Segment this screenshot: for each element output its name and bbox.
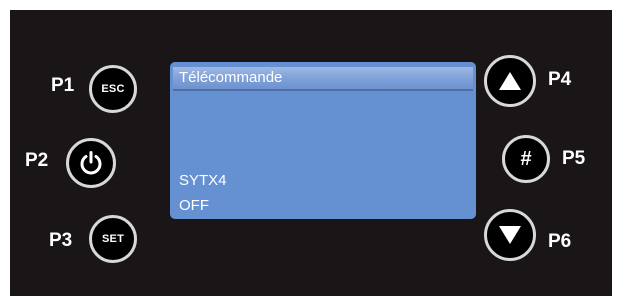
p2-label: P2	[25, 150, 49, 171]
p6-label: P6	[548, 231, 572, 252]
power-button[interactable]	[66, 138, 116, 188]
screen-title: Télécommande	[173, 67, 473, 91]
lcd-screen: Télécommande SYTX4 OFF	[170, 62, 476, 219]
p3-label: P3	[49, 230, 73, 251]
set-button[interactable]: SET	[89, 215, 137, 263]
p1-label: P1	[51, 75, 75, 96]
arrow-up-icon	[499, 72, 521, 90]
set-button-label: SET	[102, 233, 124, 245]
p4-label: P4	[548, 69, 572, 90]
screen-line-status: OFF	[179, 197, 209, 214]
hash-button-label: #	[520, 148, 532, 170]
p5-label: P5	[562, 148, 586, 169]
down-button[interactable]	[484, 209, 536, 261]
up-button[interactable]	[484, 55, 536, 107]
hash-button[interactable]: #	[502, 135, 550, 183]
control-panel: P1 ESC P2 P3 SET Télécommande SYTX4 OFF …	[10, 10, 612, 296]
power-icon	[80, 151, 102, 175]
screen-line-model: SYTX4	[179, 172, 227, 189]
arrow-down-icon	[499, 226, 521, 244]
esc-button-label: ESC	[101, 83, 125, 95]
esc-button[interactable]: ESC	[89, 65, 137, 113]
